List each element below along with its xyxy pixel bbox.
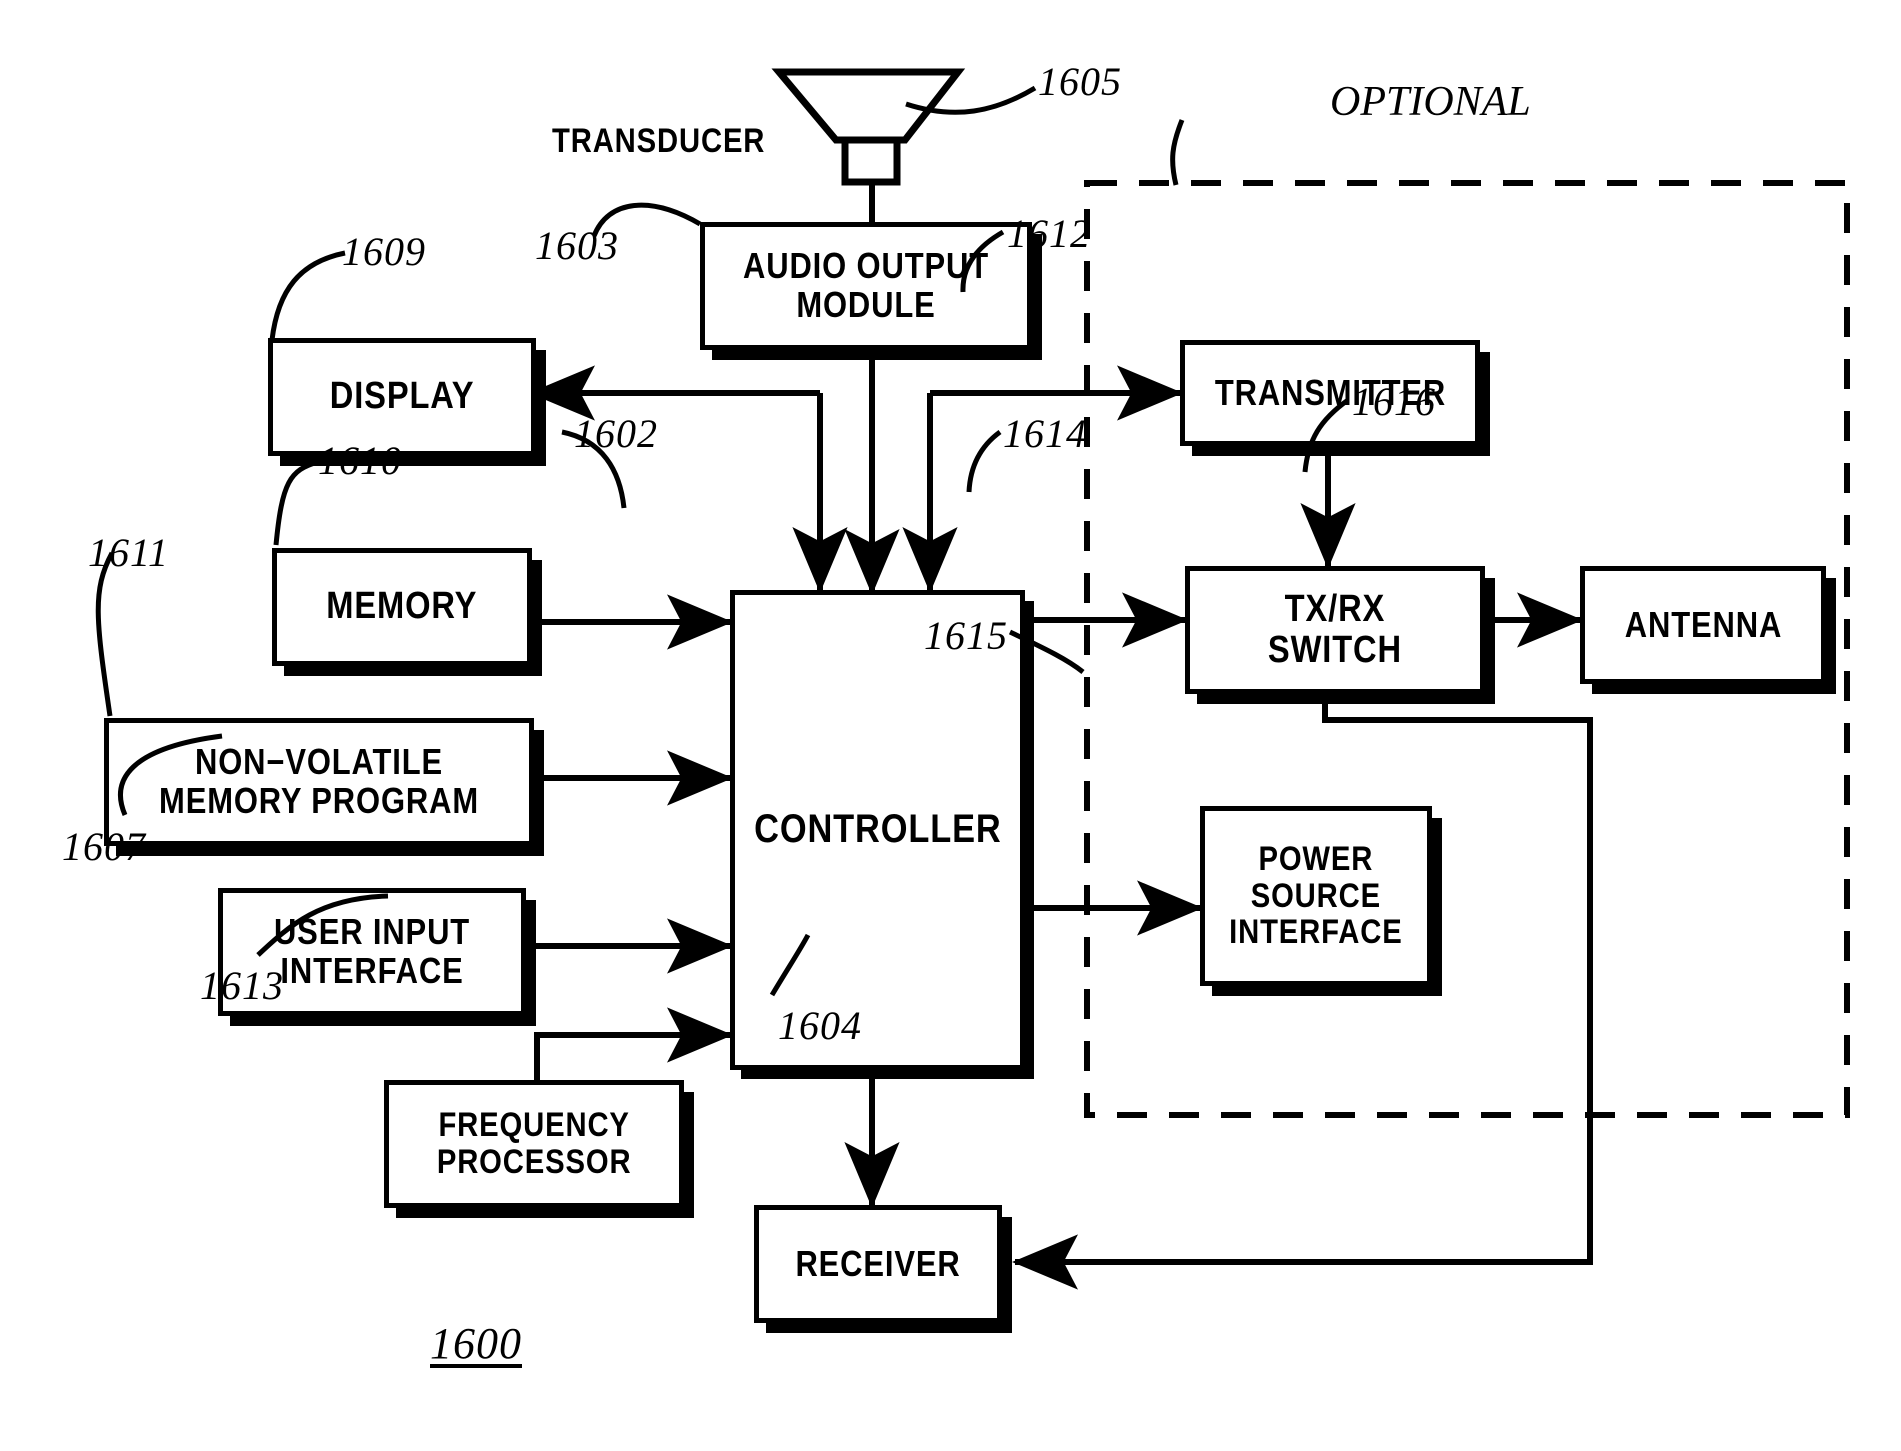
ref-1613: 1613 [200,963,284,1008]
ref-1616: 1616 [1352,379,1436,424]
ref-1610: 1610 [318,438,402,483]
transducer-label: TRANSDUCER [552,122,766,160]
ref-1611: 1611 [88,530,170,575]
figure-number: 1600 [430,1319,522,1368]
patent-figure-canvas: AUDIO OUTPUT MODULE DISPLAY MEMORY NON−V… [0,0,1901,1451]
ref-1607: 1607 [62,824,146,869]
ref-1609: 1609 [342,229,426,274]
ref-1615: 1615 [924,613,1008,658]
ref-1605: 1605 [1038,59,1122,104]
ref-1602: 1602 [574,411,658,456]
optional-label: OPTIONAL [1330,79,1531,125]
reference-leaders [95,119,1350,997]
ref-1614: 1614 [1003,411,1087,456]
ref-1612: 1612 [1007,211,1091,256]
ref-1603: 1603 [535,223,619,268]
ref-1604: 1604 [778,1003,862,1048]
